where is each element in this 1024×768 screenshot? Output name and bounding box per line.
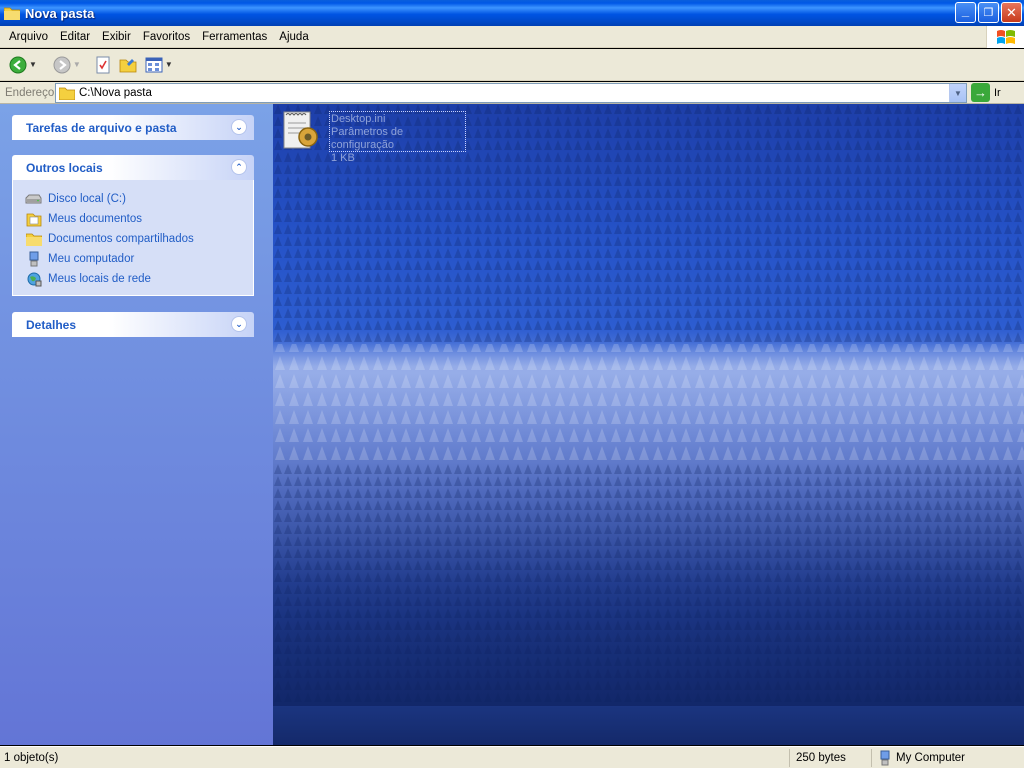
panel-title: Detalhes xyxy=(26,317,77,332)
maximize-button[interactable]: ❐ xyxy=(978,2,999,23)
properties-button[interactable] xyxy=(92,53,114,77)
sidebar-item-label: Meus locais de rede xyxy=(48,273,151,285)
window-title: Nova pasta xyxy=(25,5,95,21)
title-bar[interactable]: Nova pasta _ ❐ ✕ xyxy=(0,0,1024,26)
address-value[interactable]: C:\Nova pasta xyxy=(79,87,152,99)
hard-drive-icon xyxy=(25,191,42,207)
expand-icon[interactable]: ⌄ xyxy=(231,316,247,332)
back-dropdown-icon[interactable]: ▼ xyxy=(29,60,37,69)
sidebar-item-local-disk[interactable]: Disco local (C:) xyxy=(25,189,253,209)
menu-arquivo[interactable]: Arquivo xyxy=(3,31,54,43)
forward-dropdown-icon[interactable]: ▼ xyxy=(73,60,81,69)
back-arrow-icon xyxy=(9,56,27,73)
windows-logo-icon xyxy=(986,26,1024,48)
properties-icon xyxy=(96,56,110,73)
panel-other-places: Outros locais ⌃ Disco local (C:) Meus do… xyxy=(12,155,254,296)
close-icon: ✕ xyxy=(1006,4,1017,20)
file-name: Desktop.ini xyxy=(331,113,386,125)
menu-favoritos[interactable]: Favoritos xyxy=(137,31,196,43)
sidebar-item-my-documents[interactable]: Meus documentos xyxy=(25,209,253,229)
sidebar-item-network-places[interactable]: Meus locais de rede xyxy=(25,269,253,289)
config-file-icon xyxy=(283,111,318,149)
go-label: Ir xyxy=(994,86,1001,99)
computer-icon xyxy=(25,251,42,267)
back-button[interactable]: ▼ xyxy=(6,53,40,77)
collapse-icon[interactable]: ⌃ xyxy=(231,159,247,175)
address-dropdown-icon[interactable]: ▼ xyxy=(949,84,966,102)
background-strip xyxy=(273,706,1024,745)
folder-icon xyxy=(25,231,42,247)
menu-ferramentas[interactable]: Ferramentas xyxy=(196,31,273,43)
forward-button[interactable]: ▼ xyxy=(50,53,84,77)
restore-icon: ❐ xyxy=(983,7,994,19)
status-size: 250 bytes xyxy=(790,748,872,767)
close-button[interactable]: ✕ xyxy=(1001,2,1022,23)
go-button[interactable]: → Ir xyxy=(971,83,1001,102)
status-object-count: 1 objeto(s) xyxy=(0,748,790,767)
minimize-icon: _ xyxy=(961,3,970,18)
go-arrow-icon: → xyxy=(971,83,990,102)
panel-title: Outros locais xyxy=(26,160,103,175)
panel-other-places-body: Disco local (C:) Meus documentos Documen… xyxy=(12,180,254,296)
file-item[interactable]: Desktop.ini Parâmetros de configuração 1… xyxy=(280,109,466,164)
address-bar: Endereço C:\Nova pasta ▼ → Ir xyxy=(0,82,1024,104)
views-dropdown-icon[interactable]: ▼ xyxy=(165,60,173,69)
minimize-button[interactable]: _ xyxy=(955,2,976,23)
move-to-button[interactable] xyxy=(116,53,140,77)
menu-ajuda[interactable]: Ajuda xyxy=(273,31,314,43)
sidebar-item-shared-documents[interactable]: Documentos compartilhados xyxy=(25,229,253,249)
address-label: Endereço xyxy=(5,86,55,99)
panel-file-tasks-header[interactable]: Tarefas de arquivo e pasta ⌄ xyxy=(12,115,254,140)
file-size: 1 KB xyxy=(331,152,355,164)
views-button[interactable]: ▼ xyxy=(142,53,176,77)
network-icon xyxy=(25,271,42,287)
expand-icon[interactable]: ⌄ xyxy=(231,119,247,135)
status-zone-label: My Computer xyxy=(896,751,966,764)
address-input[interactable]: C:\Nova pasta ▼ xyxy=(55,83,967,103)
sidebar-item-label: Documentos compartilhados xyxy=(48,233,194,245)
status-bar: 1 objeto(s) 250 bytes My Computer xyxy=(0,746,1024,768)
menu-editar[interactable]: Editar xyxy=(54,31,96,43)
forward-arrow-icon xyxy=(53,56,71,73)
computer-icon xyxy=(880,750,890,765)
views-icon xyxy=(145,57,163,72)
folder-icon xyxy=(4,7,20,20)
folder-icon xyxy=(59,87,75,100)
panel-details: Detalhes ⌄ xyxy=(12,312,254,337)
background-image xyxy=(273,104,1024,704)
sidebar-item-my-computer[interactable]: Meu computador xyxy=(25,249,253,269)
sidebar-item-label: Meus documentos xyxy=(48,213,142,225)
sidebar-item-label: Meu computador xyxy=(48,253,135,265)
panel-file-tasks: Tarefas de arquivo e pasta ⌄ xyxy=(12,115,254,140)
menu-bar: Arquivo Editar Exibir Favoritos Ferramen… xyxy=(0,26,1024,48)
file-label[interactable]: Desktop.ini Parâmetros de configuração 1… xyxy=(329,111,466,164)
folder-move-icon xyxy=(119,58,137,72)
panel-title: Tarefas de arquivo e pasta xyxy=(26,120,177,135)
my-documents-icon xyxy=(25,211,42,227)
status-zone: My Computer xyxy=(872,749,1024,767)
folder-view[interactable] xyxy=(273,104,1024,745)
menu-exibir[interactable]: Exibir xyxy=(96,31,137,43)
panel-other-places-header[interactable]: Outros locais ⌃ xyxy=(12,155,254,180)
sidebar-item-label: Disco local (C:) xyxy=(48,193,126,205)
file-type: Parâmetros de configuração xyxy=(331,126,404,151)
panel-details-header[interactable]: Detalhes ⌄ xyxy=(12,312,254,337)
task-pane: Tarefas de arquivo e pasta ⌄ Outros loca… xyxy=(0,104,273,745)
toolbar: ▼ ▼ ▼ xyxy=(0,49,1024,81)
